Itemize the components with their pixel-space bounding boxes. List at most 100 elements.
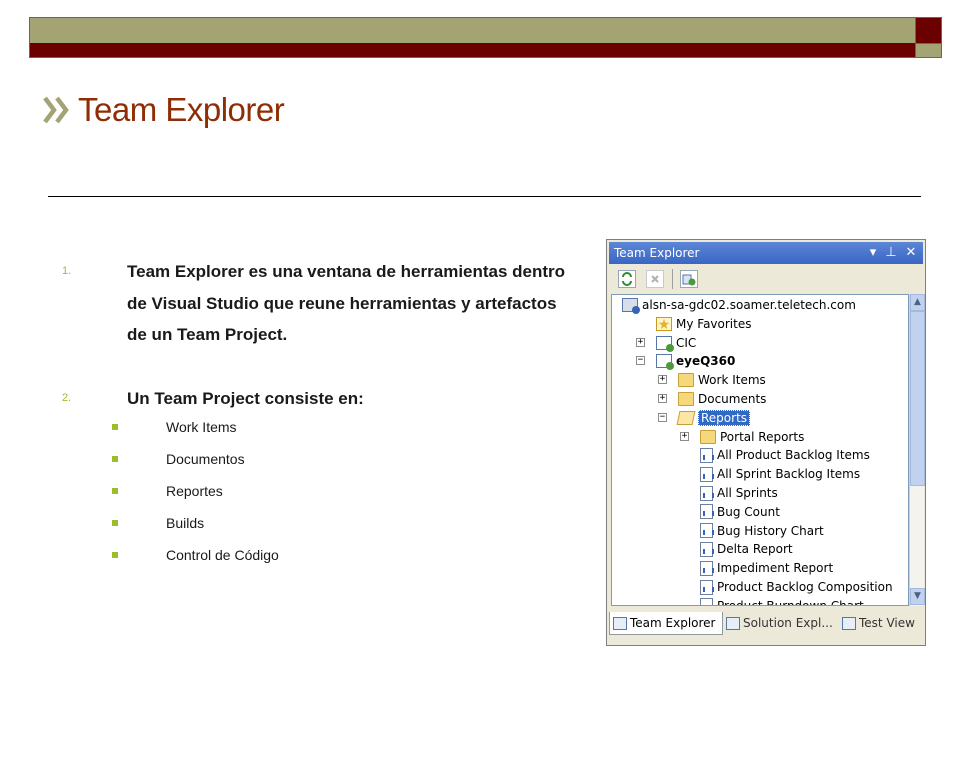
item-number: 1.	[62, 265, 72, 277]
tree-item-label: Delta Report	[717, 542, 793, 557]
tree-item-label: All Sprint Backlog Items	[717, 467, 861, 482]
report-icon	[700, 504, 714, 520]
star-icon: ★	[656, 316, 672, 333]
report-icon	[700, 447, 714, 463]
report-icon	[700, 485, 714, 501]
tree-item-label: Bug History Chart	[717, 523, 824, 538]
tab-test-view[interactable]: Test View	[839, 612, 919, 634]
project-icon	[656, 335, 674, 352]
tree-item-label: Product Backlog Composition	[717, 580, 893, 594]
tree-view[interactable]: alsn-sa-gdc02.soamer.teletech.com ★ My Fav…	[611, 294, 909, 606]
tree-item[interactable]: Impediment Report	[700, 559, 833, 577]
pin-icon[interactable]: ⊥	[883, 245, 899, 261]
scroll-down-icon[interactable]: ▼	[910, 588, 925, 605]
bullet-text: Work Items	[166, 419, 237, 435]
tree-item-label: Impediment Report	[717, 561, 834, 576]
title-divider	[48, 196, 921, 197]
toolbar-separator	[672, 269, 673, 289]
vertical-scrollbar[interactable]: ▲ ▼	[909, 294, 925, 606]
tree-item[interactable]: − eyeQ360	[636, 352, 736, 371]
bullet-square-icon	[112, 424, 118, 430]
bullet-text: Builds	[166, 515, 205, 531]
window-tab-strip: Team Explorer Solution Expl... Test View	[609, 610, 923, 638]
bullet-text: Documentos	[166, 451, 245, 467]
tree-item-label: alsn-sa-gdc02.soamer.teletech.com	[642, 298, 856, 312]
slide-header-bar	[29, 17, 942, 58]
tree-item-label: Work Items	[698, 373, 766, 388]
tree-item-label: Reports	[698, 409, 751, 426]
bullet-square-icon	[112, 488, 118, 494]
folder-open-icon	[676, 410, 696, 425]
tree-item-label: Portal Reports	[720, 429, 805, 444]
tree-item[interactable]: + Work Items	[658, 371, 766, 389]
tab-label: Solution Expl...	[743, 616, 833, 630]
tree-item-label: Product Burndown Chart	[717, 598, 864, 606]
team-explorer-window: Team Explorer ▾ ⊥ ✕ alsn-sa-gdc02.soamer…	[606, 239, 926, 646]
double-chevron-icon	[43, 96, 69, 124]
add-project-icon[interactable]	[680, 270, 698, 288]
tree-item-label: Documents	[698, 392, 767, 406]
slide-title: Team Explorer	[78, 91, 285, 128]
scroll-thumb[interactable]	[910, 311, 925, 486]
bullet-text: Reportes	[166, 483, 223, 499]
tree-item[interactable]: All Sprints	[700, 484, 778, 502]
refresh-icon[interactable]	[618, 270, 636, 288]
tree-item-label: My Favorites	[676, 316, 752, 331]
tree-item-label: CIC	[676, 335, 697, 350]
tree-item[interactable]: − Reports	[658, 409, 751, 427]
window-titlebar: Team Explorer ▾ ⊥ ✕	[609, 242, 923, 264]
tree-item[interactable]: Product Backlog Composition	[700, 578, 893, 596]
tree-item-label: eyeQ360	[676, 354, 736, 369]
team-explorer-icon	[613, 616, 627, 630]
item-text: Team Explorer es una ventana de herramie…	[127, 262, 566, 344]
header-maroon-strip	[30, 43, 916, 57]
tree-item[interactable]: Bug Count	[700, 503, 780, 521]
tree-item[interactable]: Bug History Chart	[700, 522, 824, 540]
slide-title-block: Team Explorer	[42, 88, 285, 132]
report-icon	[700, 466, 714, 482]
tree-item[interactable]: ★ My Favorites	[656, 315, 751, 333]
stop-icon[interactable]	[646, 270, 664, 288]
tree-item[interactable]: All Sprint Backlog Items	[700, 465, 860, 483]
tab-label: Test View	[859, 616, 915, 630]
folder-icon	[678, 373, 694, 388]
expand-icon[interactable]: +	[658, 375, 667, 385]
collapse-icon[interactable]: −	[636, 356, 645, 366]
server-icon	[622, 298, 640, 314]
test-view-icon	[842, 616, 856, 630]
close-icon[interactable]: ✕	[903, 245, 919, 261]
header-olive-box	[916, 44, 941, 57]
tree-item[interactable]: All Product Backlog Items	[700, 446, 870, 464]
expand-icon[interactable]: +	[636, 337, 645, 347]
folder-icon	[678, 392, 694, 406]
expand-icon[interactable]: +	[658, 394, 667, 403]
tree-item[interactable]: + Documents	[658, 390, 767, 408]
window-toolbar	[609, 265, 923, 293]
tree-item[interactable]: + Portal Reports	[680, 428, 805, 446]
tree-item[interactable]: + CIC	[636, 334, 697, 352]
report-icon	[700, 523, 714, 539]
project-icon	[656, 354, 674, 371]
expand-icon[interactable]: +	[680, 431, 689, 441]
bullet-square-icon	[112, 520, 118, 526]
scroll-up-icon[interactable]: ▲	[910, 294, 925, 311]
collapse-icon[interactable]: −	[658, 412, 667, 422]
tree-item-label: All Product Backlog Items	[717, 448, 870, 463]
tree-item[interactable]: Delta Report	[700, 540, 793, 558]
tab-solution-explorer[interactable]: Solution Expl...	[723, 612, 837, 634]
tree-item-label: All Sprints	[717, 486, 778, 500]
chevron-down-icon[interactable]: ▾	[865, 245, 881, 261]
report-icon	[700, 560, 714, 576]
tree-item[interactable]: Product Burndown Chart	[700, 597, 864, 606]
window-title: Team Explorer	[614, 246, 700, 260]
report-icon	[700, 579, 714, 595]
bullet-square-icon	[112, 552, 118, 558]
item-text: Un Team Project consiste en:	[127, 389, 364, 408]
report-icon	[700, 598, 713, 605]
tab-team-explorer[interactable]: Team Explorer	[609, 612, 723, 635]
folder-icon	[700, 429, 716, 444]
bullet-text: Control de Código	[166, 547, 279, 563]
tree-item[interactable]: alsn-sa-gdc02.soamer.teletech.com	[622, 296, 856, 314]
tab-label: Team Explorer	[630, 616, 716, 630]
solution-explorer-icon	[726, 616, 740, 630]
